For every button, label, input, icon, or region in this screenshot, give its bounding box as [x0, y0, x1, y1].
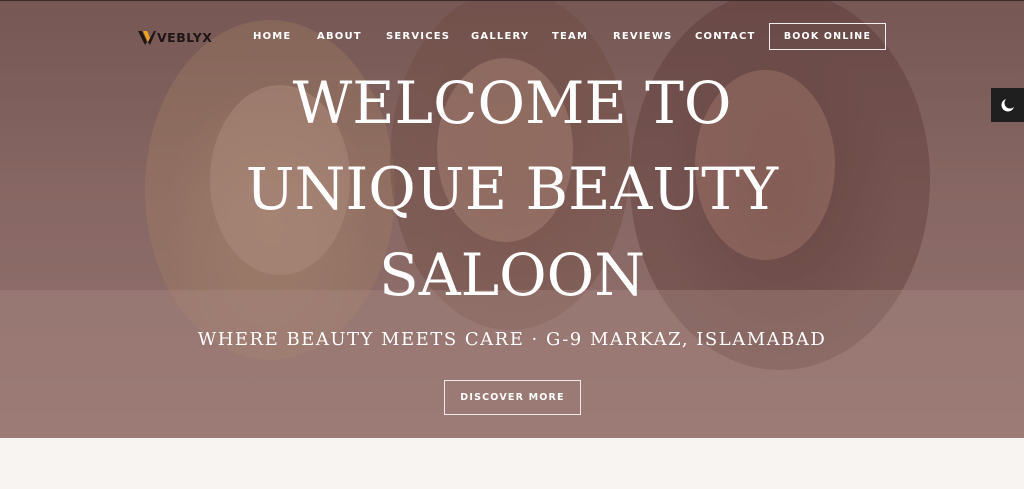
nav-item-home[interactable]: HOME [253, 31, 291, 42]
hero-title-line-3: SALOON [379, 241, 645, 309]
hero-section: VEBLYX HOME ABOUT SERVICES GALLERY TEAM … [0, 0, 1024, 438]
nav-item-reviews[interactable]: REVIEWS [613, 31, 672, 42]
nav-item-contact[interactable]: CONTACT [695, 31, 756, 42]
top-border [0, 0, 1024, 1]
nav-item-team[interactable]: TEAM [552, 31, 588, 42]
discover-more-button[interactable]: DISCOVER MORE [444, 380, 581, 415]
next-section [0, 438, 1024, 489]
hero-title-line-1: WELCOME TO [292, 69, 732, 137]
nav-item-services[interactable]: SERVICES [386, 31, 450, 42]
nav-item-gallery[interactable]: GALLERY [471, 31, 529, 42]
hero-title-line-2: UNIQUE BEAUTY [245, 155, 779, 223]
hero-subtitle: WHERE BEAUTY MEETS CARE · G-9 MARKAZ, IS… [197, 329, 827, 350]
dark-mode-toggle[interactable] [991, 88, 1024, 122]
book-online-button[interactable]: BOOK ONLINE [769, 23, 886, 50]
moon-icon [1000, 99, 1014, 112]
nav-item-about[interactable]: ABOUT [317, 31, 362, 42]
hero-title: WELCOME TO UNIQUE BEAUTY SALOON [0, 60, 1024, 318]
